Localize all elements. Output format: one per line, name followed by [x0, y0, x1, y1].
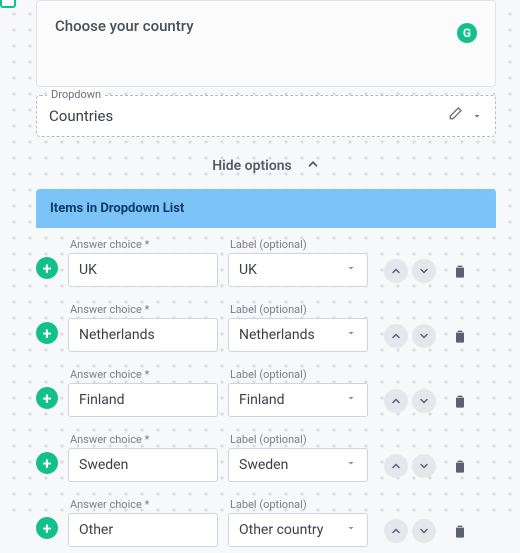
hide-options-label: Hide options [212, 158, 292, 174]
label-select[interactable]: Finland [228, 383, 368, 417]
move-down-button[interactable] [412, 454, 436, 478]
move-up-button[interactable] [384, 389, 408, 413]
reorder-controls [384, 259, 436, 283]
label-select-value: Other country [239, 522, 323, 538]
add-item-button[interactable]: + [36, 517, 58, 539]
dropdown-legend: Dropdown [47, 88, 105, 101]
dropdown-name-field: Dropdown Countries [36, 95, 496, 137]
label-field: Label (optional) UK [228, 238, 368, 287]
answer-choice-field: Answer choice * [68, 498, 218, 547]
chevron-down-icon [345, 262, 357, 278]
label-select[interactable]: Other country [228, 513, 368, 547]
delete-item-button[interactable] [452, 458, 468, 478]
label-select-value: Netherlands [239, 327, 315, 343]
label-select-value: UK [239, 262, 257, 278]
label-field: Label (optional) Finland [228, 368, 368, 417]
answer-choice-field: Answer choice * [68, 303, 218, 352]
move-up-button[interactable] [384, 324, 408, 348]
label-optional-label: Label (optional) [228, 368, 368, 381]
chevron-down-icon [345, 457, 357, 473]
question-text: Choose your country [55, 17, 477, 35]
form-builder-panel: Choose your country G Dropdown Countries… [36, 0, 496, 520]
label-select[interactable]: Sweden [228, 448, 368, 482]
item-row: + Answer choice * Label (optional) Swede… [36, 427, 496, 488]
chevron-down-icon [345, 392, 357, 408]
move-down-button[interactable] [412, 389, 436, 413]
label-field: Label (optional) Netherlands [228, 303, 368, 352]
move-up-button[interactable] [384, 519, 408, 543]
add-item-button[interactable]: + [36, 257, 58, 279]
move-down-button[interactable] [412, 519, 436, 543]
items-list-header: Items in Dropdown List [36, 189, 496, 228]
item-row: + Answer choice * Label (optional) Other… [36, 492, 496, 553]
label-optional-label: Label (optional) [228, 303, 368, 316]
add-item-button[interactable]: + [36, 452, 58, 474]
delete-item-button[interactable] [452, 393, 468, 413]
move-down-button[interactable] [412, 259, 436, 283]
label-field: Label (optional) Sweden [228, 433, 368, 482]
edit-icon[interactable] [447, 106, 463, 126]
chevron-down-icon[interactable] [471, 107, 483, 126]
label-optional-label: Label (optional) [228, 498, 368, 511]
hide-options-toggle[interactable]: Hide options [36, 157, 496, 175]
delete-item-button[interactable] [452, 263, 468, 283]
item-row: + Answer choice * Label (optional) Nethe… [36, 297, 496, 358]
answer-choice-input[interactable] [68, 318, 218, 352]
answer-choice-label: Answer choice * [68, 303, 218, 316]
question-preview-card: Choose your country G [36, 0, 496, 87]
move-down-button[interactable] [412, 324, 436, 348]
answer-choice-label: Answer choice * [68, 238, 218, 251]
items-list: + Answer choice * Label (optional) UK [36, 232, 496, 553]
answer-choice-label: Answer choice * [68, 498, 218, 511]
answer-choice-input[interactable] [68, 448, 218, 482]
answer-choice-input[interactable] [68, 383, 218, 417]
chevron-down-icon [345, 327, 357, 343]
answer-choice-field: Answer choice * [68, 433, 218, 482]
answer-choice-input[interactable] [68, 513, 218, 547]
label-select-value: Sweden [239, 457, 288, 473]
move-up-button[interactable] [384, 454, 408, 478]
delete-item-button[interactable] [452, 523, 468, 543]
reorder-controls [384, 389, 436, 413]
answer-choice-field: Answer choice * [68, 368, 218, 417]
reorder-controls [384, 519, 436, 543]
dropdown-name-value: Countries [49, 107, 439, 125]
grammarly-icon[interactable]: G [457, 23, 477, 43]
move-up-button[interactable] [384, 259, 408, 283]
item-row: + Answer choice * Label (optional) UK [36, 232, 496, 293]
label-select-value: Finland [239, 392, 285, 408]
answer-choice-label: Answer choice * [68, 433, 218, 446]
item-row: + Answer choice * Label (optional) Finla… [36, 362, 496, 423]
answer-choice-label: Answer choice * [68, 368, 218, 381]
add-item-button[interactable]: + [36, 322, 58, 344]
delete-item-button[interactable] [452, 328, 468, 348]
answer-choice-field: Answer choice * [68, 238, 218, 287]
label-optional-label: Label (optional) [228, 238, 368, 251]
label-optional-label: Label (optional) [228, 433, 368, 446]
label-select[interactable]: UK [228, 253, 368, 287]
chevron-down-icon [345, 522, 357, 538]
answer-choice-input[interactable] [68, 253, 218, 287]
label-field: Label (optional) Other country [228, 498, 368, 547]
chevron-up-icon [306, 157, 320, 175]
reorder-controls [384, 324, 436, 348]
selection-handle[interactable] [0, 0, 16, 8]
add-item-button[interactable]: + [36, 387, 58, 409]
reorder-controls [384, 454, 436, 478]
label-select[interactable]: Netherlands [228, 318, 368, 352]
